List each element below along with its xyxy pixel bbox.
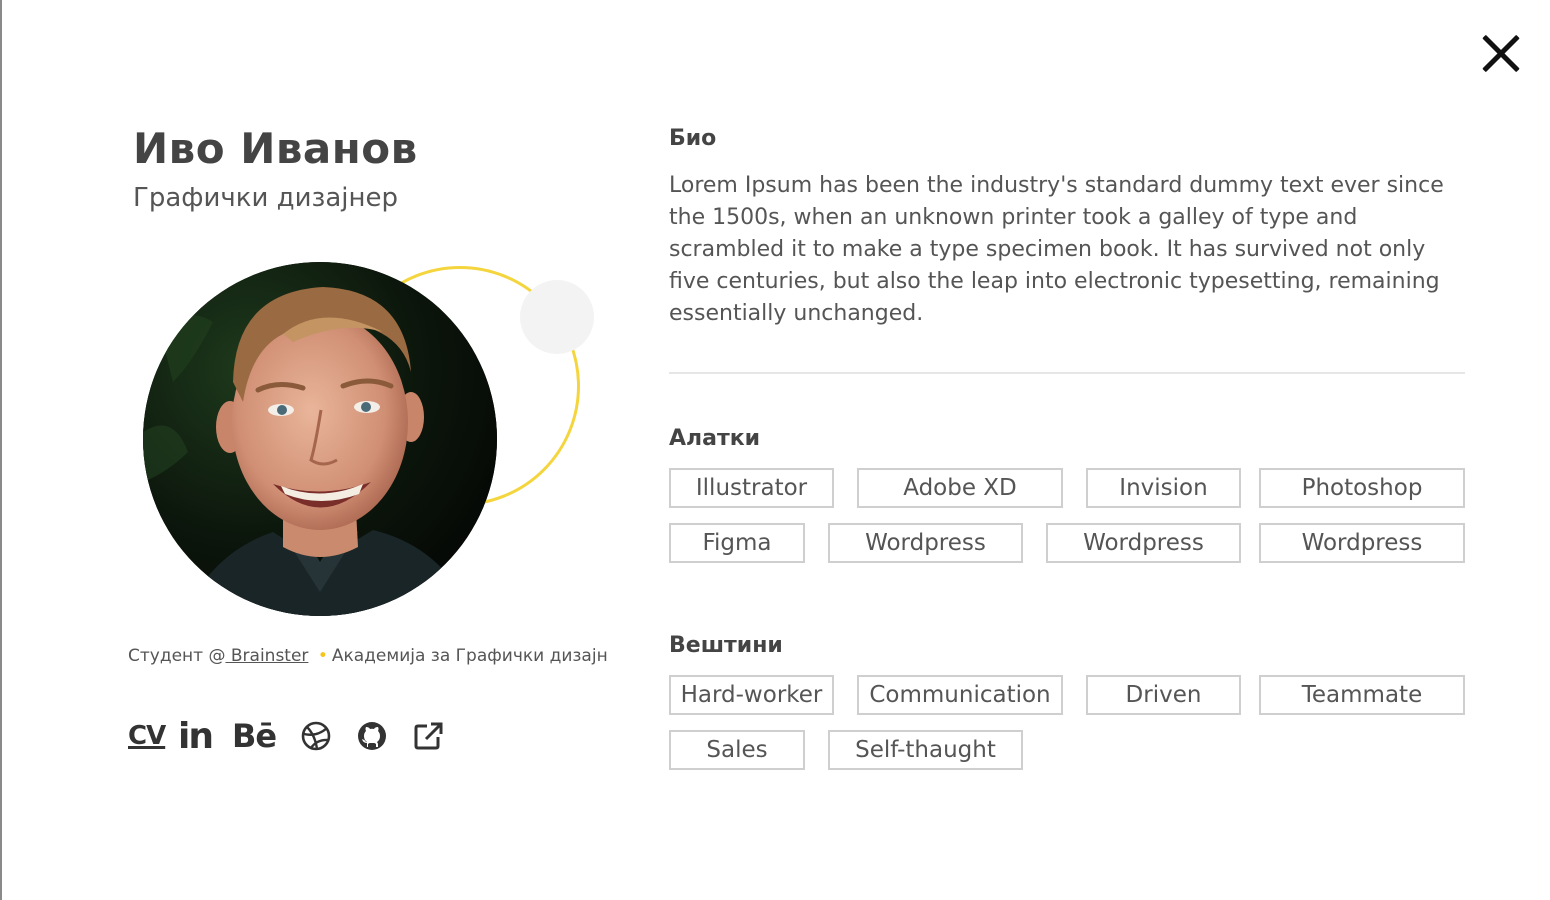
- decorative-dot: [520, 280, 594, 354]
- profile-name: Иво Иванов: [133, 124, 418, 173]
- tool-tag: Figma: [669, 523, 805, 563]
- divider: [669, 372, 1465, 374]
- linkedin-icon: in: [178, 715, 214, 757]
- tool-tag: Adobe XD: [857, 468, 1063, 508]
- tool-tag: Wordpress: [1046, 523, 1241, 563]
- tool-tag: Wordpress: [1259, 523, 1465, 563]
- tools-title: Алатки: [669, 426, 761, 451]
- tool-tag: Wordpress: [828, 523, 1023, 563]
- close-icon[interactable]: [1480, 32, 1522, 74]
- skills-title: Вештини: [669, 633, 783, 658]
- external-link[interactable]: [413, 716, 443, 756]
- cv-link[interactable]: CV: [128, 716, 166, 756]
- academy-label: Академија за Графички дизајн: [331, 646, 608, 666]
- github-link[interactable]: [357, 716, 387, 756]
- cv-label: CV: [128, 721, 166, 751]
- tool-tag: Illustrator: [669, 468, 834, 508]
- profile-modal: Иво Иванов Графички дизајнер Студент @ B…: [0, 0, 1550, 900]
- tool-tag: Photoshop: [1259, 468, 1465, 508]
- skill-tag: Self-thaught: [828, 730, 1023, 770]
- skill-tag: Communication: [857, 675, 1063, 715]
- skill-tag: Teammate: [1259, 675, 1465, 715]
- behance-icon: Bē: [232, 717, 277, 755]
- dribbble-link[interactable]: [301, 716, 331, 756]
- skill-tag: Driven: [1086, 675, 1241, 715]
- profile-role: Графички дизајнер: [133, 183, 399, 213]
- external-link-icon: [414, 722, 443, 750]
- skill-tag: Sales: [669, 730, 805, 770]
- dribbble-icon: [301, 721, 331, 751]
- bio-title: Био: [669, 126, 717, 151]
- brainster-link[interactable]: Brainster: [225, 646, 309, 666]
- github-icon: [358, 722, 386, 750]
- tool-tag: Invision: [1086, 468, 1241, 508]
- avatar: [143, 262, 497, 616]
- behance-link[interactable]: Bē: [232, 716, 277, 756]
- student-line: Студент @ Brainster • Академија за Графич…: [128, 646, 608, 666]
- skill-tag: Hard-worker: [669, 675, 834, 715]
- avatar-portrait: [143, 262, 497, 616]
- separator-dot: •: [317, 646, 328, 666]
- linkedin-link[interactable]: in: [178, 715, 214, 757]
- bio-text: Lorem Ipsum has been the industry's stan…: [669, 173, 1444, 326]
- student-prefix: Студент @: [128, 646, 226, 666]
